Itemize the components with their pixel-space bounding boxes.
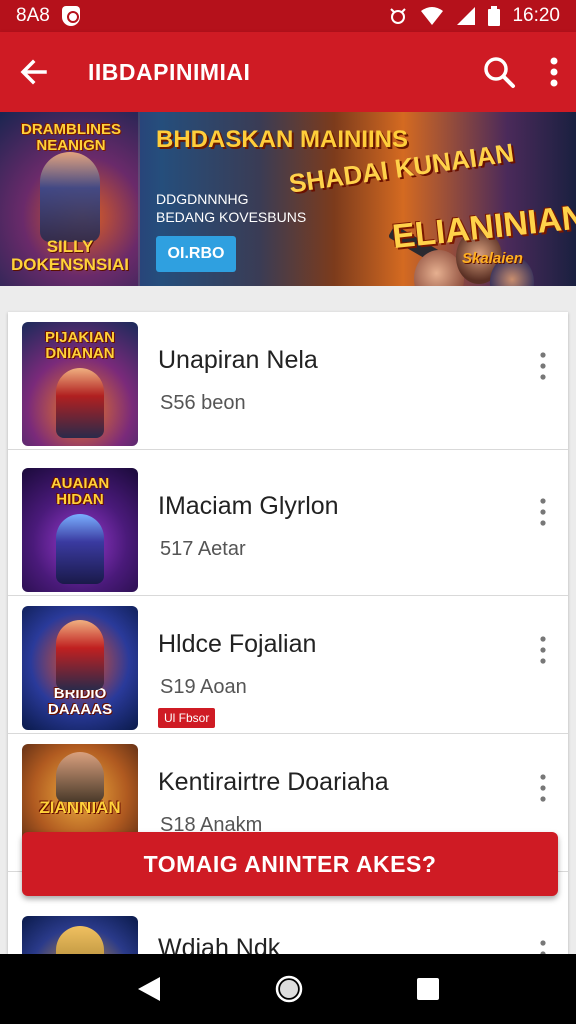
cta-button[interactable]: TOMAIG ANINTER AKES? <box>22 832 558 896</box>
list-item[interactable]: Wdiah Ndk <box>8 906 568 954</box>
status-bar: 8A8 16:20 <box>0 0 576 32</box>
status-time-right: 16:20 <box>512 5 560 26</box>
more-vert-icon[interactable] <box>540 352 546 380</box>
list-item-thumbnail: PIJAKIAN DNIANAN <box>22 322 138 446</box>
list-item-thumbnail <box>22 916 138 954</box>
list-item-badge: Ul Fbsor <box>158 708 216 728</box>
thumbnail-character <box>56 620 104 690</box>
status-time-left: 8A8 <box>16 5 50 26</box>
alarm-icon <box>390 8 407 24</box>
list-item-title: Wdiah Ndk <box>158 934 281 954</box>
list-item-subtitle: S19 Aoan <box>160 676 247 698</box>
list-item-title: IMaciam Glyrlon <box>158 492 339 520</box>
list-item[interactable]: BRIDIO DAAAAS Hldce Fojalian S19 Aoan Ul… <box>8 596 568 734</box>
back-arrow-icon[interactable] <box>18 57 48 87</box>
more-vert-icon[interactable] <box>540 940 546 954</box>
more-vert-icon[interactable] <box>550 57 558 87</box>
banner-mid-title: BHDASKAN MAINIINS <box>156 126 408 153</box>
more-vert-icon[interactable] <box>540 774 546 802</box>
banner-left-subtitle: SILLY DOKENSNSIAI <box>10 237 130 274</box>
banner-left-art: DRAMBLINES NEANIGN SILLY DOKENSNSIAI <box>0 112 140 286</box>
nav-recents-icon[interactable] <box>416 977 440 1001</box>
list-item-title: Hldce Fojalian <box>158 630 317 658</box>
list-item-thumbnail: AUAIAN HIDAN <box>22 468 138 592</box>
thumbnail-character <box>56 368 104 438</box>
thumbnail-title: PIJAKIAN DNIANAN <box>44 329 115 362</box>
shield-icon <box>61 6 80 26</box>
thumbnail-title: ZIANNIAN <box>39 798 121 817</box>
thumbnail-character <box>56 752 104 802</box>
navigation-bar <box>0 954 576 1024</box>
page-title: IIBDAPINIMIAI <box>88 58 251 85</box>
banner-hero-figure <box>40 152 100 242</box>
promo-banner[interactable]: DRAMBLINES NEANIGN SILLY DOKENSNSIAI BHD… <box>0 112 576 286</box>
banner-mid-text: DDGDNNNHG BEDANG KOVESBUNS <box>156 190 306 226</box>
list-item-subtitle: S56 beon <box>160 392 246 414</box>
thumbnail-title: BRIDIO DAAAAS <box>47 685 113 718</box>
list-item-subtitle: 517 Aetar <box>160 538 246 560</box>
list-item-thumbnail: BRIDIO DAAAAS <box>22 606 138 730</box>
list-item-title: Kentirairtre Doariaha <box>158 768 389 796</box>
list-item[interactable]: AUAIAN HIDAN IMaciam Glyrlon 517 Aetar <box>8 458 568 596</box>
more-vert-icon[interactable] <box>540 498 546 526</box>
thumbnail-title: AUAIAN HIDAN <box>50 475 110 508</box>
banner-mid-text-line2: BEDANG KOVESBUNS <box>156 209 307 225</box>
list-item-title: Unapiran Nela <box>158 346 318 374</box>
nav-back-icon[interactable] <box>136 975 162 1003</box>
more-vert-icon[interactable] <box>540 636 546 664</box>
search-icon[interactable] <box>482 55 516 89</box>
battery-icon <box>488 6 501 26</box>
banner-mid-text-line1: DDGDNNNHG <box>156 191 249 207</box>
wifi-icon <box>421 7 444 25</box>
banner-button[interactable]: OI.RBO <box>156 236 236 272</box>
app-bar: IIBDAPINIMIAI <box>0 32 576 112</box>
nav-home-icon[interactable] <box>275 975 303 1003</box>
signal-icon <box>457 7 476 25</box>
thumbnail-character <box>56 926 104 954</box>
banner-left-title: DRAMBLINES NEANIGN <box>21 121 121 154</box>
thumbnail-character <box>56 514 104 584</box>
banner-main-subtitle: Skalaien <box>462 250 523 267</box>
list-item[interactable]: PIJAKIAN DNIANAN Unapiran Nela S56 beon <box>8 312 568 450</box>
